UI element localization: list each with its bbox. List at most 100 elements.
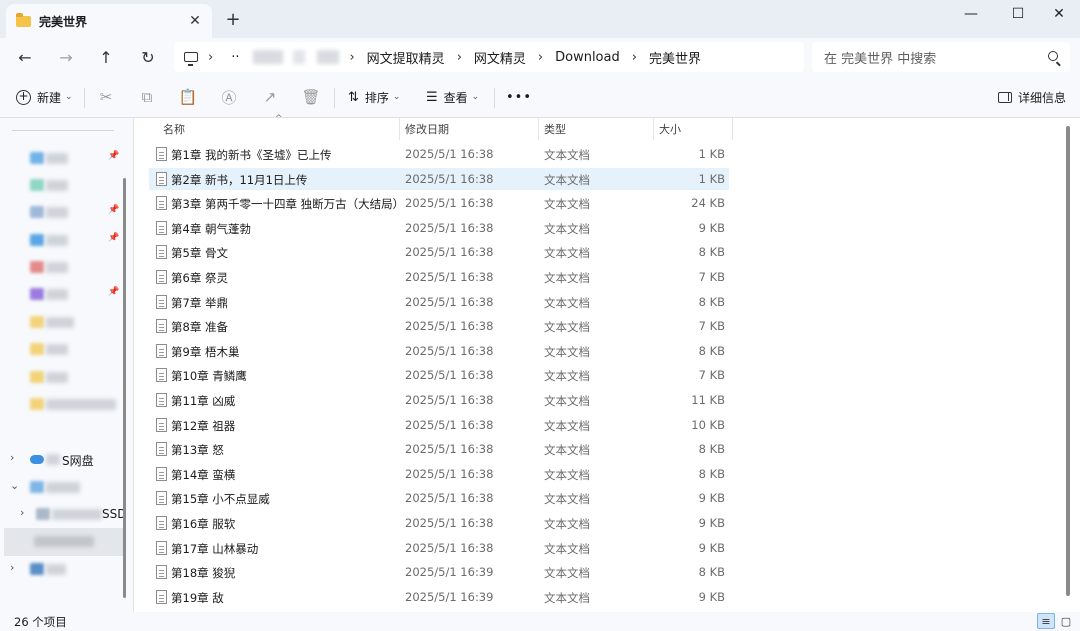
table-row[interactable]: 第7章 举鼎 2025/5/1 16:38 文本文档 8 KB xyxy=(149,291,729,313)
delete-icon[interactable]: 🗑 xyxy=(300,86,322,108)
column-header-type[interactable]: 类型 xyxy=(544,118,654,140)
table-row[interactable]: 第14章 蛮横 2025/5/1 16:38 文本文档 8 KB xyxy=(149,463,729,485)
sidebar-item-cloud-drive[interactable]: › S网盘 xyxy=(0,446,124,472)
table-row[interactable]: 第6章 祭灵 2025/5/1 16:38 文本文档 7 KB xyxy=(149,266,729,288)
address-bar[interactable]: › ·· › 网文提取精灵 › 网文精灵 › Download › 完美世界 xyxy=(174,42,804,72)
table-row[interactable]: 第5章 骨文 2025/5/1 16:38 文本文档 8 KB xyxy=(149,241,729,263)
refresh-button[interactable]: ↻ xyxy=(135,44,161,70)
file-size: 8 KB xyxy=(698,245,725,260)
paste-icon[interactable]: 📋 xyxy=(177,86,199,108)
folder-icon xyxy=(30,371,44,383)
column-divider[interactable] xyxy=(732,118,733,140)
rename-icon[interactable]: Ⓐ xyxy=(218,86,240,108)
sidebar-scrollbar[interactable] xyxy=(122,178,127,598)
sidebar-item-drive[interactable]: › SSD xyxy=(0,501,126,527)
sidebar-item-selected[interactable] xyxy=(4,528,124,556)
minimize-button[interactable]: — xyxy=(948,0,994,28)
sidebar-item[interactable]: 📌 xyxy=(0,145,124,171)
maximize-button[interactable]: ☐ xyxy=(995,0,1041,28)
file-name: 第17章 山林暴动 xyxy=(171,541,259,556)
file-size: 8 KB xyxy=(698,565,725,580)
tiles-view-button[interactable]: ▢ xyxy=(1057,613,1075,629)
tab-active[interactable]: 完美世界 ✕ xyxy=(6,4,212,38)
column-header-name[interactable]: 名称 ^ xyxy=(163,114,403,140)
sidebar-item[interactable]: 📌 xyxy=(0,227,124,253)
file-type: 文本文档 xyxy=(544,418,590,433)
folder-icon xyxy=(30,179,44,191)
cut-icon[interactable]: ✂ xyxy=(95,86,117,108)
sidebar-item-network[interactable]: › xyxy=(0,556,124,582)
column-type-label: 类型 xyxy=(544,123,566,136)
breadcrumb-item[interactable]: 网文精灵 xyxy=(474,48,526,67)
file-name: 第8章 准备 xyxy=(171,320,228,335)
column-header-date[interactable]: 修改日期 xyxy=(405,118,535,140)
view-button[interactable]: ☰ 查看 ⌄ xyxy=(418,82,487,112)
table-row[interactable]: 第2章 新书，11月1日上传 2025/5/1 16:38 文本文档 1 KB xyxy=(149,167,729,190)
file-type: 文本文档 xyxy=(544,320,590,335)
file-type: 文本文档 xyxy=(544,443,590,458)
table-row[interactable]: 第18章 狻猊 2025/5/1 16:39 文本文档 8 KB xyxy=(149,561,729,583)
file-size: 7 KB xyxy=(698,319,725,334)
sidebar-item[interactable] xyxy=(0,309,124,335)
breadcrumb-item[interactable]: 完美世界 xyxy=(649,48,701,67)
tiles-view-icon: ▢ xyxy=(1060,614,1072,628)
table-row[interactable]: 第1章 我的新书《圣墟》已上传 2025/5/1 16:38 文本文档 1 KB xyxy=(149,143,729,165)
column-divider[interactable] xyxy=(538,118,539,140)
text-file-icon xyxy=(156,368,167,383)
table-row[interactable]: 第12章 祖器 2025/5/1 16:38 文本文档 10 KB xyxy=(149,414,729,436)
details-view-button[interactable]: ≡ xyxy=(1037,613,1055,629)
file-date: 2025/5/1 16:38 xyxy=(405,343,494,358)
table-row[interactable]: 第3章 第两千零一十四章 独断万古（大结局） 2025/5/1 16:38 文本文档… xyxy=(149,192,729,214)
more-options-button[interactable]: ••• xyxy=(498,82,540,112)
details-pane-button[interactable]: 详细信息 xyxy=(990,82,1074,112)
text-file-icon xyxy=(156,540,167,555)
sidebar-item[interactable]: 📌 xyxy=(0,281,124,307)
sidebar-item[interactable]: 📌 xyxy=(0,199,124,225)
sort-button[interactable]: ⇅ 排序 ⌄ xyxy=(340,82,408,112)
text-file-icon xyxy=(156,270,167,284)
table-row[interactable]: 第13章 怒 2025/5/1 16:38 文本文档 8 KB xyxy=(149,438,729,460)
sidebar-item[interactable] xyxy=(0,391,124,417)
table-row[interactable]: 第9章 梧木巢 2025/5/1 16:38 文本文档 8 KB xyxy=(149,340,729,362)
sidebar-item[interactable] xyxy=(0,254,124,280)
text-file-icon xyxy=(156,516,167,530)
new-button[interactable]: + 新建 ⌄ xyxy=(8,82,81,112)
folder-icon xyxy=(30,316,44,328)
table-row[interactable]: 第11章 凶威 2025/5/1 16:38 文本文档 11 KB xyxy=(149,389,729,411)
sidebar-item[interactable] xyxy=(0,364,124,390)
column-header-size[interactable]: 大小 xyxy=(659,118,729,140)
new-tab-button[interactable]: + xyxy=(222,9,244,31)
up-button[interactable]: ↑ xyxy=(93,44,119,70)
copy-icon[interactable]: ⧉ xyxy=(136,86,158,108)
search-box[interactable]: 在 完美世界 中搜索 xyxy=(812,42,1070,72)
table-row[interactable]: 第17章 山林暴动 2025/5/1 16:38 文本文档 9 KB xyxy=(149,537,729,559)
table-row[interactable]: 第16章 服软 2025/5/1 16:38 文本文档 9 KB xyxy=(149,512,729,534)
back-button[interactable]: ← xyxy=(12,44,38,70)
sidebar-item-this-pc[interactable]: ⌄ xyxy=(0,474,124,500)
column-divider[interactable] xyxy=(399,118,400,140)
redacted-label xyxy=(46,317,74,328)
table-row[interactable]: 第4章 朝气蓬勃 2025/5/1 16:38 文本文档 9 KB xyxy=(149,217,729,239)
file-date: 2025/5/1 16:38 xyxy=(405,540,494,555)
sort-ascending-icon: ^ xyxy=(275,114,283,124)
text-file-icon xyxy=(156,294,167,309)
table-row[interactable]: 第19章 敌 2025/5/1 16:39 文本文档 9 KB xyxy=(149,586,729,608)
scrollbar-thumb[interactable] xyxy=(123,178,126,598)
pin-icon: 📌 xyxy=(108,205,120,215)
forward-button[interactable]: → xyxy=(53,44,79,70)
column-divider[interactable] xyxy=(653,118,654,140)
table-row[interactable]: 第15章 小不点显威 2025/5/1 16:38 文本文档 9 KB xyxy=(149,487,729,509)
breadcrumb-item[interactable]: Download xyxy=(555,50,620,65)
table-row[interactable]: 第8章 准备 2025/5/1 16:38 文本文档 7 KB xyxy=(149,315,729,337)
redacted-label xyxy=(34,536,94,547)
tab-close-button[interactable]: ✕ xyxy=(184,13,206,29)
breadcrumb-overflow[interactable]: ·· xyxy=(231,50,239,65)
breadcrumb-item[interactable]: 网文提取精灵 xyxy=(367,48,445,67)
sidebar-item[interactable] xyxy=(0,172,124,198)
close-window-button[interactable]: ✕ xyxy=(1036,0,1080,28)
share-icon[interactable]: ↗ xyxy=(259,86,281,108)
file-size: 8 KB xyxy=(698,442,725,457)
file-list-scrollbar[interactable] xyxy=(1066,126,1070,596)
sidebar-item[interactable] xyxy=(0,336,124,362)
table-row[interactable]: 第10章 青鳞鹰 2025/5/1 16:38 文本文档 7 KB xyxy=(149,364,729,386)
